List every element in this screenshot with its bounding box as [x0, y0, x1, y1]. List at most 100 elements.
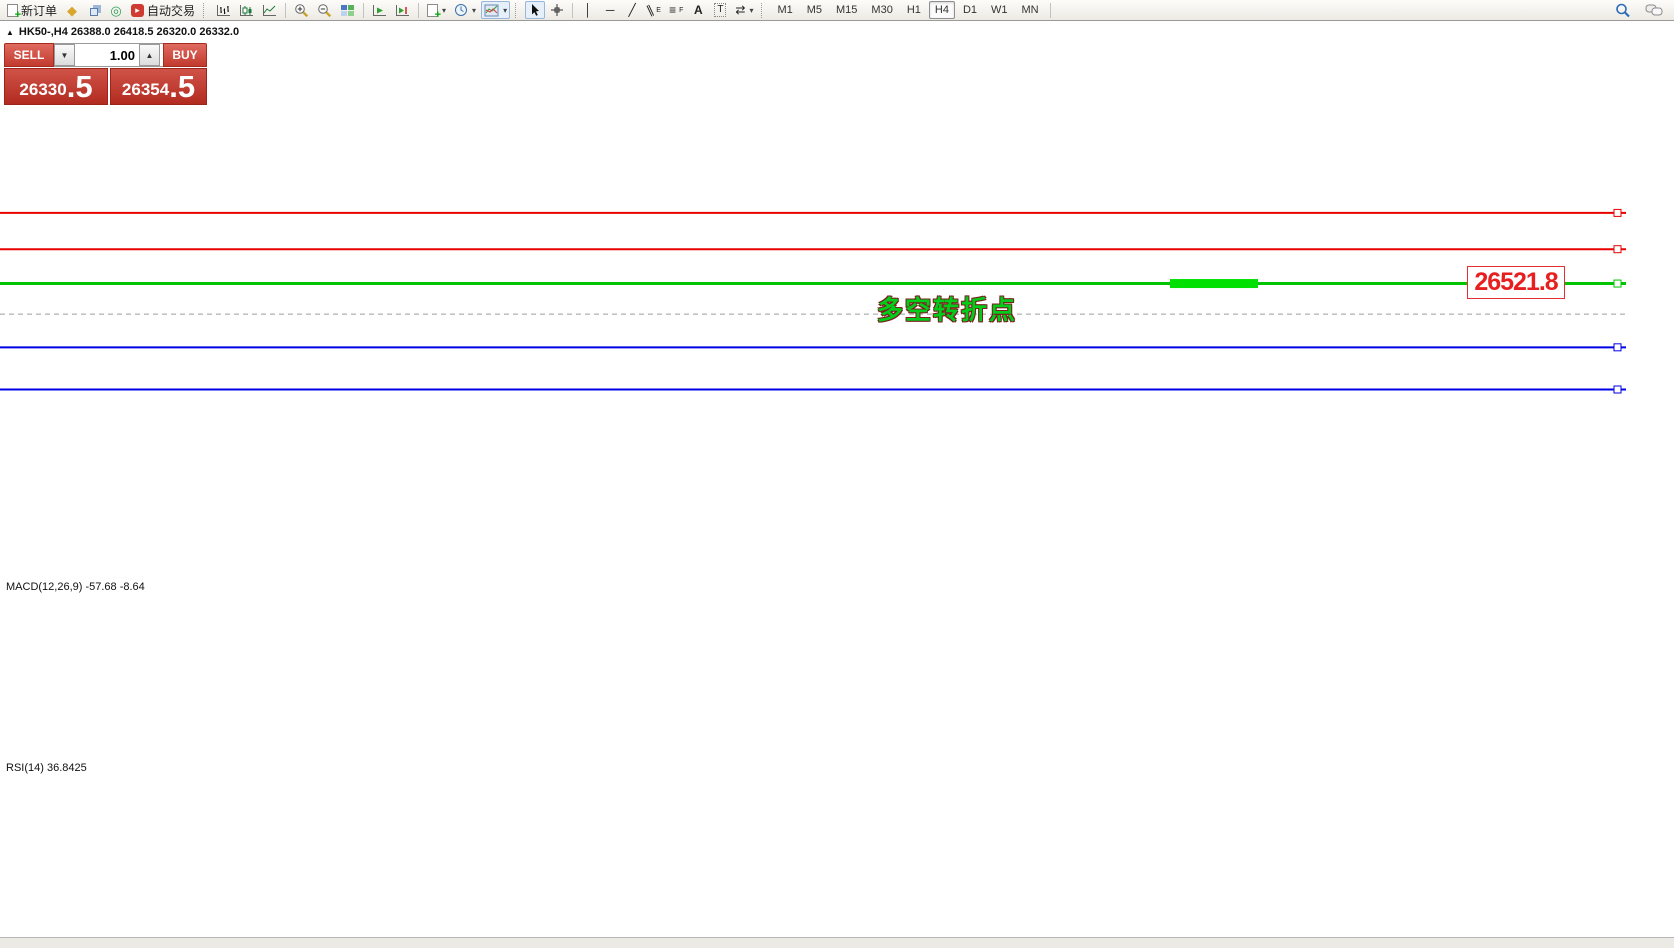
search-button[interactable]	[1612, 1, 1634, 19]
tile-windows-icon	[341, 4, 355, 16]
timeframe-m5[interactable]: M5	[801, 1, 828, 19]
zoom-out-icon	[318, 4, 332, 17]
text-tool-icon: A	[694, 3, 703, 17]
timeframe-m30[interactable]: M30	[865, 1, 898, 19]
chat-button[interactable]	[1642, 1, 1666, 19]
toolbar-separator	[418, 2, 420, 18]
cursor-icon	[532, 4, 540, 16]
periods-button[interactable]: ▾	[451, 1, 479, 19]
clock-icon	[455, 4, 468, 16]
search-icon	[1616, 3, 1630, 17]
volume-decrease-button[interactable]: ▼	[54, 44, 75, 66]
collapse-panel-icon[interactable]: ▲	[6, 28, 14, 37]
timeframe-mn[interactable]: MN	[1016, 1, 1045, 19]
auto-scroll-button[interactable]	[369, 1, 390, 19]
text-tool-button[interactable]: A	[688, 1, 708, 19]
candlestick-chart-icon	[240, 4, 254, 16]
channel-tool-letter: E	[656, 6, 661, 14]
text-label-icon: T	[714, 3, 727, 17]
profile-button[interactable]: ◆	[62, 1, 82, 19]
templates-button[interactable]: ▾	[481, 1, 511, 19]
window-bottom-strip	[0, 937, 1674, 948]
trendline-tool-button[interactable]: ╱	[622, 1, 642, 19]
arrows-tool-button[interactable]: ⇄ ▾	[732, 1, 756, 19]
buy-button[interactable]: BUY	[163, 43, 207, 67]
new-order-button[interactable]: + 新订单	[4, 1, 60, 20]
chart-frame	[0, 21, 1674, 948]
new-chart-icon: +	[427, 3, 441, 20]
buy-price-main: 26354	[121, 80, 170, 99]
price-callout-box[interactable]: 26521.8	[1467, 266, 1565, 299]
volume-increase-button[interactable]: ▲	[139, 44, 160, 66]
auto-scroll-icon	[373, 4, 387, 16]
autotrading-button[interactable]: ▸ 自动交易	[128, 1, 198, 19]
main-toolbar: + 新订单 ◆ ◎ ▸ 自动交易 + ▾ ▾ ▾ │ ─ ╱ ∥ E ≡ F A…	[0, 0, 1674, 21]
line-chart-icon	[263, 4, 277, 16]
new-order-label: 新订单	[21, 3, 58, 18]
channel-tool-button[interactable]: ∥ E	[644, 1, 664, 19]
timeframe-w1[interactable]: W1	[985, 1, 1014, 19]
buy-price-fraction: .5	[169, 69, 196, 104]
fibonacci-tool-button[interactable]: ≡ F	[666, 1, 686, 19]
autotrading-label: 自动交易	[147, 3, 196, 18]
sell-button[interactable]: SELL	[4, 43, 54, 67]
horizontal-line-icon: ─	[605, 3, 615, 17]
new-order-icon: +	[7, 3, 21, 20]
timeframe-h1[interactable]: H1	[901, 1, 927, 19]
horizontal-line-tool-button[interactable]: ─	[600, 1, 620, 19]
vertical-line-tool-button[interactable]: │	[578, 1, 598, 19]
chevron-down-icon: ▾	[442, 5, 447, 15]
zoom-in-icon	[295, 4, 309, 17]
tile-windows-button[interactable]	[337, 1, 358, 19]
rsi-indicator-label: RSI(14) 36.8425	[6, 762, 87, 774]
chevron-down-icon: ▾	[472, 5, 477, 15]
timeframe-d1[interactable]: D1	[957, 1, 983, 19]
chart-symbol-header: ▲ HK50-,H4 26388.0 26418.5 26320.0 26332…	[6, 26, 239, 38]
one-click-trading-panel: SELL ▼ ▲ BUY 26330 .5 26354 .5	[4, 43, 207, 105]
volume-input[interactable]	[75, 44, 139, 66]
radar-icon: ◎	[110, 2, 122, 18]
volume-stepper: ▼ ▲	[54, 43, 163, 67]
chevron-down-icon: ▾	[749, 5, 754, 15]
autotrading-icon: ▸	[131, 3, 145, 17]
toolbar-separator	[1049, 2, 1051, 18]
bar-chart-icon	[217, 4, 231, 16]
chart-shift-button[interactable]	[392, 1, 413, 19]
market-watch-button[interactable]	[84, 1, 104, 19]
bar-chart-type-button[interactable]	[213, 1, 234, 19]
chart-text-annotation[interactable]: 多空转折点	[877, 290, 1017, 327]
toolbar-separator	[363, 2, 365, 18]
timeframe-m1[interactable]: M1	[771, 1, 798, 19]
chevron-down-icon: ▾	[503, 5, 508, 15]
macd-indicator-label: MACD(12,26,9) -57.68 -8.64	[6, 581, 145, 593]
cursor-tool-button[interactable]	[525, 1, 546, 19]
line-chart-type-button[interactable]	[259, 1, 280, 19]
data-window-button[interactable]: ◎	[106, 1, 126, 19]
sell-price-main: 26330	[19, 80, 67, 99]
sell-price-button[interactable]: 26330 .5	[4, 68, 108, 105]
template-icon	[484, 4, 499, 16]
crosshair-icon	[551, 4, 564, 16]
channel-icon: ∥	[644, 2, 656, 18]
text-label-tool-button[interactable]: T	[710, 1, 730, 19]
chart-shift-icon	[396, 4, 410, 16]
crosshair-tool-button[interactable]	[547, 1, 567, 19]
symbol-ohlc-title: HK50-,H4 26388.0 26418.5 26320.0 26332.0	[18, 26, 240, 38]
toolbar-separator	[572, 2, 574, 18]
timeframe-h4[interactable]: H4	[928, 1, 955, 19]
zoom-in-button[interactable]	[291, 1, 312, 19]
chart-canvas[interactable]	[0, 0, 1674, 948]
timeframe-m15[interactable]: M15	[830, 1, 863, 19]
windows-icon	[90, 7, 99, 16]
buy-price-button[interactable]: 26354 .5	[110, 68, 207, 105]
zoom-out-button[interactable]	[314, 1, 335, 19]
fibonacci-icon: ≡	[669, 3, 677, 17]
sell-price-fraction: .5	[66, 69, 93, 104]
toolbar-grip	[515, 2, 520, 18]
toolbar-right-group	[1612, 1, 1670, 19]
new-chart-button[interactable]: + ▾	[424, 1, 449, 20]
candle-chart-type-button[interactable]	[236, 1, 257, 19]
toolbar-separator	[285, 2, 287, 18]
toolbar-grip	[761, 2, 766, 18]
trendline-icon: ╱	[628, 3, 636, 17]
